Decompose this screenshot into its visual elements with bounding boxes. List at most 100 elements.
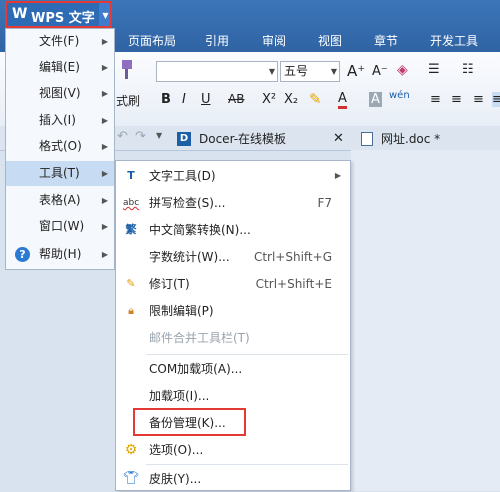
underline-button[interactable]: U	[201, 92, 211, 107]
subscript-button[interactable]: X₂	[284, 92, 298, 107]
submenu-item-addins[interactable]: 加载项(I)...	[116, 383, 350, 409]
grow-font-button[interactable]: A⁺	[347, 62, 365, 80]
numbered-list-icon[interactable]: ☷	[462, 62, 474, 77]
menu-item-label: 表格(A)	[39, 193, 81, 207]
gear-icon: ⚙	[124, 442, 138, 458]
submenu-item-label: 加载项(I)...	[149, 389, 210, 403]
doc-tab-docer[interactable]: D Docer-在线模板 ✕	[173, 128, 353, 150]
menu-item-insert[interactable]: 插入(I) ▶	[6, 108, 114, 133]
backup-manager-highlight	[133, 408, 246, 436]
submenu-item-restrict-editing[interactable]: 🔒︎ 限制编辑(P)	[116, 298, 350, 324]
menu-item-window[interactable]: 窗口(W) ▶	[6, 214, 114, 239]
align-right-icon[interactable]: ≡	[473, 92, 484, 107]
chevron-right-icon: ▶	[101, 116, 108, 125]
font-size-combo[interactable]: 五号 ▼	[280, 61, 340, 82]
submenu-item-chinese-conversion[interactable]: 繁 中文简繁转换(N)...	[116, 217, 350, 243]
chevron-right-icon: ▶	[101, 169, 108, 178]
bullet-list-icon[interactable]: ☰	[428, 62, 440, 77]
chevron-down-icon: ▼	[330, 67, 337, 76]
shrink-font-button[interactable]: A⁻	[372, 64, 388, 79]
submenu-item-label: 修订(T)	[149, 277, 190, 291]
align-center-icon[interactable]: ≡	[451, 92, 462, 107]
redo-icon[interactable]: ↷	[135, 129, 146, 144]
superscript-button[interactable]: X²	[262, 92, 276, 107]
doc-tab-label: 网址.doc *	[381, 132, 441, 146]
tab-page-layout[interactable]: 页面布局	[128, 32, 176, 49]
italic-button[interactable]: I	[182, 92, 186, 107]
chevron-right-icon: ▶	[101, 142, 108, 151]
chevron-right-icon: ▶	[334, 171, 341, 180]
highlight-icon[interactable]: ✎	[309, 90, 322, 108]
tab-review[interactable]: 审阅	[262, 32, 286, 49]
submenu-item-label: 字数统计(W)...	[149, 250, 230, 264]
menu-item-label: 文件(F)	[39, 34, 80, 48]
submenu-item-options[interactable]: ⚙ 选项(O)...	[116, 437, 350, 463]
tab-developer[interactable]: 开发工具	[430, 32, 478, 49]
spell-check-icon: abc	[123, 198, 140, 208]
submenu-item-label: 限制编辑(P)	[149, 304, 214, 318]
main-menu: 文件(F) ▶ 编辑(E) ▶ 视图(V) ▶ 插入(I) ▶ 格式(O) ▶ 工具(T)…	[5, 28, 115, 270]
submenu-item-label: 选项(O)...	[149, 443, 204, 457]
submenu-item-label: 拼写检查(S)...	[149, 196, 226, 210]
chevron-right-icon: ▶	[101, 63, 108, 72]
submenu-item-skin[interactable]: 👕︎ 皮肤(Y)...	[116, 466, 350, 492]
chevron-right-icon: ▶	[101, 250, 108, 259]
menu-item-label: 编辑(E)	[39, 60, 80, 74]
menu-separator	[146, 464, 348, 465]
tab-chapter[interactable]: 章节	[374, 32, 398, 49]
revision-icon: ✎	[126, 277, 136, 290]
menu-item-label: 格式(O)	[39, 139, 82, 153]
docer-icon: D	[177, 132, 191, 146]
text-tools-icon: T	[127, 169, 135, 182]
clear-format-icon[interactable]: ◈	[397, 62, 408, 78]
menu-item-file[interactable]: 文件(F) ▶	[6, 29, 114, 54]
submenu-item-label: COM加载项(A)...	[149, 362, 243, 376]
submenu-item-label: 邮件合并工具栏(T)	[149, 331, 250, 345]
menu-item-edit[interactable]: 编辑(E) ▶	[6, 55, 114, 80]
font-name-combo[interactable]: ▼	[156, 61, 278, 82]
tab-view[interactable]: 视图	[318, 32, 342, 49]
menu-item-view[interactable]: 视图(V) ▶	[6, 81, 114, 106]
menu-item-label: 插入(I)	[39, 113, 76, 127]
quick-access-dropdown-icon[interactable]: ▼	[156, 131, 162, 140]
submenu-item-word-count[interactable]: 字数统计(W)... Ctrl+Shift+G	[116, 244, 350, 270]
shortcut-label: F7	[317, 196, 332, 210]
chevron-right-icon: ▶	[101, 89, 108, 98]
menu-item-help[interactable]: ? 帮助(H) ▶	[6, 242, 114, 267]
document-icon	[361, 132, 373, 146]
close-icon[interactable]: ✕	[333, 128, 344, 150]
chevron-right-icon: ▶	[101, 196, 108, 205]
lock-icon: 🔒︎	[128, 304, 134, 317]
doc-tab-file[interactable]: 网址.doc *	[357, 128, 500, 150]
submenu-item-label: 中文简繁转换(N)...	[149, 223, 251, 237]
font-size-value: 五号	[284, 64, 309, 78]
strikethrough-button[interactable]: AB	[228, 92, 244, 106]
submenu-item-label: 文字工具(D)	[149, 169, 216, 183]
submenu-item-spell-check[interactable]: abc 拼写检查(S)... F7	[116, 190, 350, 216]
submenu-item-label: 皮肤(Y)...	[149, 472, 202, 486]
document-area[interactable]	[351, 150, 500, 491]
justify-icon[interactable]: ≡	[492, 92, 500, 107]
submenu-item-revision[interactable]: ✎ 修订(T) Ctrl+Shift+E	[116, 271, 350, 297]
menu-item-label: 视图(V)	[39, 86, 81, 100]
tools-submenu: T 文字工具(D) ▶ abc 拼写检查(S)... F7 繁 中文简繁转换(N…	[115, 160, 351, 491]
chinese-conversion-icon: 繁	[125, 223, 137, 236]
tab-references[interactable]: 引用	[205, 32, 229, 49]
format-painter-label[interactable]: 式刷	[116, 92, 140, 109]
undo-icon[interactable]: ↶	[117, 129, 128, 144]
shortcut-label: Ctrl+Shift+G	[253, 250, 332, 264]
align-left-icon[interactable]: ≡	[430, 92, 441, 107]
font-color-button[interactable]: A	[338, 92, 347, 109]
format-painter-icon[interactable]	[116, 58, 136, 82]
menu-item-tools[interactable]: 工具(T) ▶	[6, 161, 114, 186]
menu-item-format[interactable]: 格式(O) ▶	[6, 134, 114, 159]
char-shading-icon[interactable]: A	[369, 92, 382, 107]
menu-separator	[146, 354, 348, 355]
submenu-item-com-addins[interactable]: COM加载项(A)...	[116, 356, 350, 382]
menu-item-label: 工具(T)	[39, 166, 80, 180]
submenu-item-text-tools[interactable]: T 文字工具(D) ▶	[116, 163, 350, 189]
bold-button[interactable]: B	[161, 92, 171, 107]
menu-item-table[interactable]: 表格(A) ▶	[6, 188, 114, 213]
wps-button-highlight	[5, 1, 112, 28]
phonetic-guide-icon[interactable]: wén	[389, 90, 410, 101]
